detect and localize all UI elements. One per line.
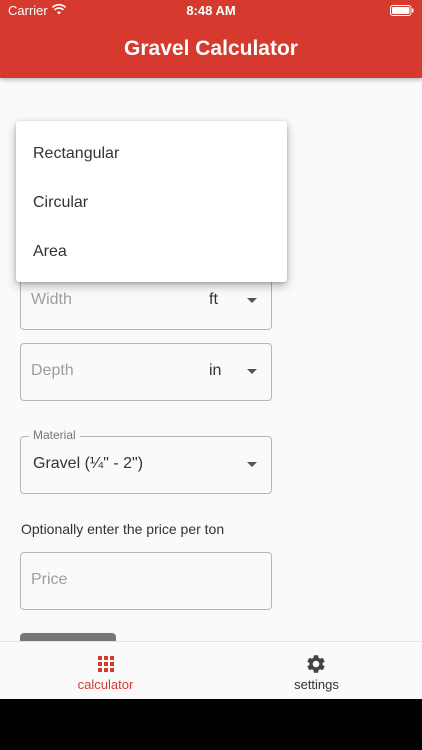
shape-menu: Rectangular Circular Area [16,121,287,282]
menu-item-circular[interactable]: Circular [16,178,287,227]
material-value: Gravel (¼" - 2") [33,455,144,472]
chevron-down-icon[interactable] [247,369,257,374]
status-time: 8:48 AM [186,3,236,18]
material-label: Material [29,428,80,442]
home-indicator-area [0,699,422,750]
price-hint: Optionally enter the price per ton [21,521,225,537]
nav-item-settings[interactable]: settings [211,642,422,700]
depth-unit-select[interactable]: in [209,362,221,380]
battery-icon [390,5,414,16]
nav-item-calculator[interactable]: calculator [0,642,211,700]
menu-item-area[interactable]: Area [16,227,287,276]
material-select[interactable]: Material Gravel (¼" - 2") [20,428,272,494]
nav-label-settings: settings [294,677,339,692]
nav-label-calculator: calculator [77,677,134,692]
grid-icon [98,656,114,672]
width-unit-select[interactable]: ft [209,291,218,309]
price-placeholder: Price [31,571,68,588]
price-field[interactable]: Price [20,552,272,610]
page-title: Gravel Calculator [124,37,298,60]
depth-field[interactable]: Depth in [20,343,272,401]
chevron-down-icon[interactable] [247,462,257,467]
status-bar: Carrier 8:48 AM [0,0,422,22]
app-bar: Gravel Calculator [0,22,422,78]
menu-item-rectangular[interactable]: Rectangular [16,129,287,178]
chevron-down-icon[interactable] [247,298,257,303]
width-placeholder: Width [31,291,72,308]
bottom-nav: calculator settings [0,641,422,699]
depth-placeholder: Depth [31,362,74,379]
gear-icon [307,655,325,673]
